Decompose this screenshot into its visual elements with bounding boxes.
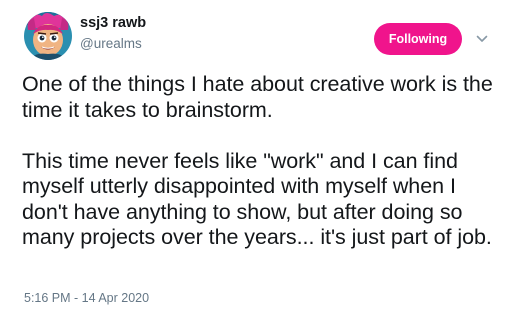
tweet-header: ssj3 rawb @urealms Following: [0, 0, 512, 66]
tweet-timestamp[interactable]: 5:16 PM - 14 Apr 2020: [24, 290, 149, 306]
avatar-illustration-icon: [24, 12, 72, 60]
tweet-text: One of the things I hate about creative …: [22, 72, 493, 249]
avatar[interactable]: [24, 12, 72, 60]
following-button[interactable]: Following: [374, 23, 462, 55]
author-display-name[interactable]: ssj3 rawb: [80, 14, 146, 33]
user-block: ssj3 rawb @urealms: [80, 14, 146, 53]
chevron-down-icon[interactable]: [474, 31, 490, 47]
author-handle[interactable]: @urealms: [80, 35, 146, 53]
